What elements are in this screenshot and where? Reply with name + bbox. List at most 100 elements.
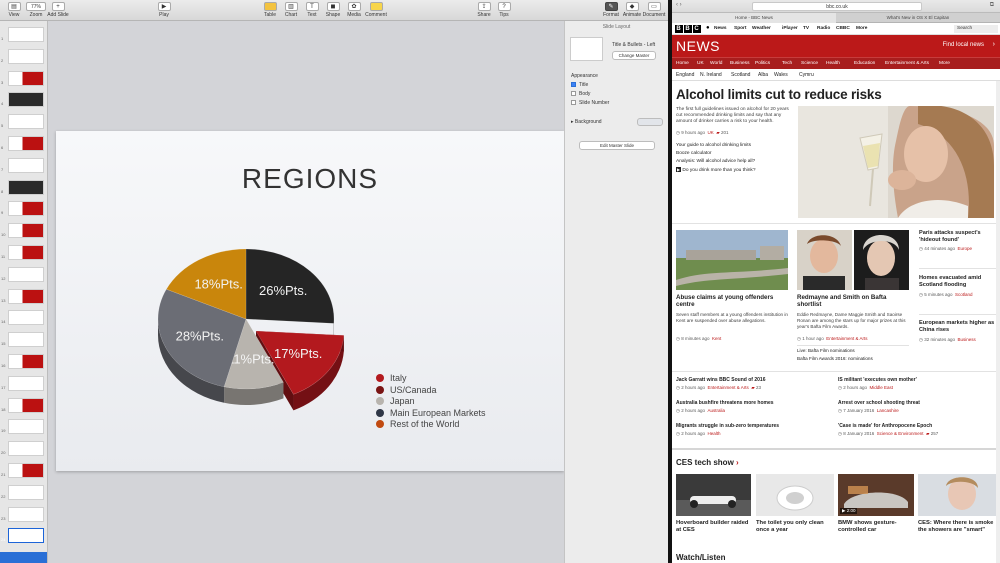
bbc-logo[interactable]: BBC xyxy=(675,25,702,33)
slide-thumbnail[interactable] xyxy=(8,266,44,282)
lead-link[interactable]: Analysis: Will alcohol advice help all? xyxy=(676,159,755,165)
news-subnav-item[interactable]: Business xyxy=(730,60,749,68)
news-subnav-item[interactable]: Home xyxy=(676,60,689,68)
news-subnav-item[interactable]: Health xyxy=(826,60,840,68)
news-subnav-item[interactable]: More xyxy=(939,60,950,68)
slide-thumbnail[interactable] xyxy=(8,484,44,500)
add-slide-button[interactable]: + Add Slide xyxy=(44,2,72,18)
slide-thumbnail[interactable] xyxy=(8,70,44,86)
ces-image-shower[interactable] xyxy=(918,474,996,516)
background-fill-well[interactable] xyxy=(637,118,663,126)
news-subnav-item[interactable]: Tech xyxy=(782,60,792,68)
play-button[interactable]: ▶ Play xyxy=(150,2,178,18)
slide-thumbnail[interactable] xyxy=(8,136,44,151)
title-checkbox[interactable]: Title xyxy=(571,82,588,88)
account-icon[interactable]: ● xyxy=(706,25,710,31)
list-headline[interactable]: Arrest over school shooting threat xyxy=(838,400,920,406)
slide-thumbnail[interactable] xyxy=(8,419,44,435)
list-headline[interactable]: Australia bushfire threatens more homes xyxy=(676,400,774,406)
edit-master-slide-button[interactable]: Edit Master Slide xyxy=(579,141,655,150)
ces-image-toilet[interactable] xyxy=(756,474,834,516)
region-link[interactable]: Alba xyxy=(758,71,768,79)
slide-thumbnail[interactable] xyxy=(8,201,44,217)
news-subnav-item[interactable]: Politics xyxy=(755,60,770,68)
slide-thumbnail[interactable] xyxy=(8,288,44,304)
news-subnav-item[interactable]: World xyxy=(710,60,722,68)
list-headline[interactable]: Migrants struggle in sub-zero temperatur… xyxy=(676,423,779,429)
side-headline[interactable]: European markets higher as China rises xyxy=(919,320,997,333)
layout-thumbnail[interactable] xyxy=(570,37,603,61)
ces-headline[interactable]: Hoverboard builder raided at CES xyxy=(676,520,754,534)
lead-headline[interactable]: Alcohol limits cut to reduce risks xyxy=(676,87,882,102)
lead-link[interactable]: ▶ Do you drink more than you think? xyxy=(676,167,755,174)
slide-thumbnail[interactable] xyxy=(8,223,44,239)
tips-button[interactable]: ? Tips xyxy=(490,2,518,18)
slide-navigator[interactable]: 1 2 3 4 5 6 7 8 9 10 11 12 13 14 15 16 17 18 19 20 21 22 23 24 xyxy=(0,21,48,563)
news-subnav-item[interactable]: Entertainment & Arts xyxy=(885,60,929,68)
slide-thumbnail[interactable] xyxy=(8,332,44,348)
list-headline[interactable]: 'Case is made' for Anthropocene Epoch xyxy=(838,423,932,429)
ces-headline[interactable]: The toilet you only clean once a year xyxy=(756,520,834,534)
region-link[interactable]: N. Ireland xyxy=(700,71,722,79)
side-headline[interactable]: Paris attacks suspect's 'hideout found' xyxy=(919,230,997,243)
slide-thumbnail[interactable] xyxy=(8,114,44,130)
bbc-search[interactable]: Search xyxy=(954,25,998,33)
slide-thumbnail[interactable] xyxy=(8,375,44,391)
slide-title[interactable]: REGIONS xyxy=(56,163,564,195)
background-disclosure[interactable]: ▸ Background xyxy=(571,119,602,125)
tabs-icon[interactable]: ⧉ xyxy=(990,2,994,9)
side-headline[interactable]: Homes evacuated amid Scotland flooding xyxy=(919,275,997,288)
bbc-nav-iplayer[interactable]: iPlayer xyxy=(782,25,798,33)
tab-bbc-news[interactable]: Home - BBC News xyxy=(672,13,836,23)
back-forward-icon[interactable]: ‹ › xyxy=(676,2,682,8)
live-link[interactable]: Live: Bafta Film nominations xyxy=(797,348,909,354)
slide-thumbnail[interactable] xyxy=(8,397,44,413)
slide-thumbnail[interactable] xyxy=(8,245,44,260)
lead-link[interactable]: Booze calculator xyxy=(676,151,711,157)
comment-button[interactable]: Comment xyxy=(362,2,390,18)
news-subnav-item[interactable]: Education xyxy=(854,60,875,68)
tab-el-capitan[interactable]: What's New in OS X El Capitan xyxy=(836,13,1000,23)
bbc-nav-radio[interactable]: Radio xyxy=(817,25,830,33)
story-image-bafta[interactable] xyxy=(797,230,909,290)
region-link[interactable]: Scotland xyxy=(731,71,750,79)
slide-thumbnail[interactable] xyxy=(8,354,44,369)
slide-thumbnail[interactable] xyxy=(8,441,44,457)
body-checkbox[interactable]: Body xyxy=(571,91,590,97)
lead-link[interactable]: Your guide to alcohol drinking limits xyxy=(676,143,751,149)
region-link[interactable]: England xyxy=(676,71,694,79)
region-link[interactable]: Cymru xyxy=(799,71,814,79)
story-image-offenders-centre[interactable] xyxy=(676,230,788,290)
story-headline[interactable]: Redmayne and Smith on Bafta shortlist xyxy=(797,294,907,308)
news-subnav-item[interactable]: Science xyxy=(801,60,818,68)
story-headline[interactable]: Abuse claims at young offenders centre xyxy=(676,294,788,308)
slide-thumbnail[interactable] xyxy=(8,179,44,195)
lead-image[interactable] xyxy=(798,106,994,218)
bbc-nav-weather[interactable]: Weather xyxy=(752,25,771,33)
ces-headline[interactable]: CES: Where there is smoke the showers ar… xyxy=(918,520,996,534)
related-link[interactable]: Bafta Film Awards 2016: nominations xyxy=(797,356,909,362)
slide-thumbnail[interactable] xyxy=(8,310,44,326)
address-bar[interactable]: bbc.co.uk xyxy=(752,2,922,11)
news-logo[interactable]: NEWS xyxy=(676,38,720,54)
bbc-nav-tv[interactable]: TV xyxy=(803,25,809,33)
slide-thumbnail[interactable] xyxy=(8,463,44,478)
slide-thumbnail[interactable] xyxy=(8,157,44,173)
list-headline[interactable]: Jack Garratt wins BBC Sound of 2016 xyxy=(676,377,765,383)
pie-chart[interactable]: 26%Pts.17%Pts.11%Pts.28%Pts.18%Pts. xyxy=(151,241,361,441)
next-section-title[interactable]: Watch/Listen xyxy=(676,553,725,562)
bbc-nav-news[interactable]: News xyxy=(714,25,727,33)
slide-thumbnail[interactable] xyxy=(8,27,44,42)
ces-headline[interactable]: BMW shows gesture-controlled car xyxy=(838,520,916,534)
change-master-button[interactable]: Change Master xyxy=(612,51,656,60)
find-local-news-link[interactable]: Find local news xyxy=(943,42,984,48)
ces-section-title[interactable]: CES tech show › xyxy=(676,458,739,467)
current-slide[interactable]: REGIONS 26%Pts. 17%Pts. 11%Pts. 28%Pts. 18%P… xyxy=(56,131,564,471)
ces-image-bmw[interactable]: ▶ 2:00 xyxy=(838,474,914,516)
slide-number-checkbox[interactable]: Slide Number xyxy=(571,100,609,106)
region-link[interactable]: Wales xyxy=(774,71,788,79)
list-headline[interactable]: IS militant 'executes own mother' xyxy=(838,377,917,383)
news-subnav-item[interactable]: UK xyxy=(697,60,704,68)
ces-image-hoverboard[interactable] xyxy=(676,474,751,516)
slide-thumbnail[interactable] xyxy=(8,528,44,544)
